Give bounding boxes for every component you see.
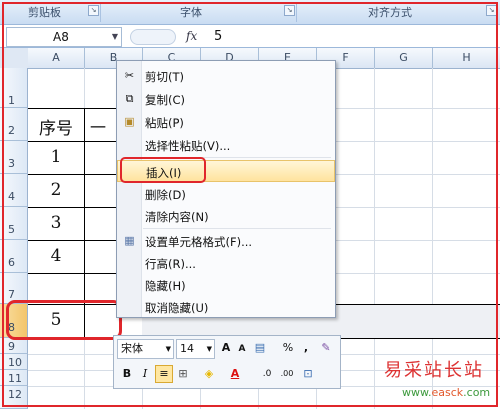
watermark-url-suffix: .com: [463, 386, 491, 399]
menu-item-paste-special[interactable]: 选择性粘贴(V)...: [117, 134, 335, 156]
context-menu: ✂ 剪切(T) ⧉ 复制(C) ▣ 粘贴(P) 选择性粘贴(V)... 插入(I…: [116, 60, 336, 318]
font-name-value: 宋体: [121, 342, 143, 355]
menu-item-format-cells[interactable]: ▦ 设置单元格格式(F)...: [117, 230, 335, 252]
menu-separator: [143, 228, 331, 229]
bold-button[interactable]: B: [119, 366, 135, 382]
format-painter-icon[interactable]: ▤: [252, 340, 268, 356]
decrease-decimal-button[interactable]: .00: [279, 366, 295, 382]
scissors-icon: ✂: [124, 69, 135, 82]
percent-button[interactable]: %: [280, 340, 296, 356]
menu-item-label: 剪切(T): [145, 70, 184, 84]
watermark-url-main: easck: [431, 386, 464, 399]
chevron-down-icon: ▼: [165, 345, 171, 353]
row8-highlight-outline: [6, 300, 122, 340]
menu-item-label: 复制(C): [145, 93, 186, 107]
watermark-url-prefix: www.: [402, 386, 432, 399]
menu-item-label: 删除(D): [145, 188, 186, 202]
font-name-select[interactable]: 宋体 ▼: [117, 339, 174, 359]
paste-icon: ▣: [124, 115, 135, 128]
menu-item-delete[interactable]: 删除(D): [117, 183, 335, 205]
paintbrush-icon[interactable]: ✎: [318, 340, 334, 356]
merge-cells-icon[interactable]: ⊡: [300, 366, 316, 382]
menu-item-label: 取消隐藏(U): [145, 301, 209, 315]
menu-item-paste[interactable]: ▣ 粘贴(P): [117, 111, 335, 133]
menu-item-cut[interactable]: ✂ 剪切(T): [117, 65, 335, 87]
menu-item-label: 设置单元格格式(F)...: [145, 235, 253, 249]
mini-toolbar: 宋体 ▼ 14 ▼ A A ▤ % , ✎ B I ≡ ⊞ ◈ A .0 .00…: [113, 335, 341, 389]
grow-font-button[interactable]: A: [218, 340, 234, 356]
chevron-down-icon: ▼: [206, 345, 212, 353]
italic-button[interactable]: I: [137, 366, 153, 382]
menu-item-clear-contents[interactable]: 清除内容(N): [117, 205, 335, 227]
menu-item-label: 隐藏(H): [145, 279, 186, 293]
shrink-font-button[interactable]: A: [234, 341, 250, 357]
comma-button[interactable]: ,: [298, 340, 314, 356]
format-cells-icon: ▦: [124, 234, 135, 247]
menu-item-row-height[interactable]: 行高(R)...: [117, 252, 335, 274]
menu-item-label: 清除内容(N): [145, 210, 209, 224]
font-color-button[interactable]: A: [227, 366, 243, 382]
font-size-select[interactable]: 14 ▼: [176, 339, 215, 359]
menu-item-hide[interactable]: 隐藏(H): [117, 274, 335, 296]
font-size-value: 14: [180, 342, 194, 355]
borders-icon[interactable]: ⊞: [175, 366, 191, 382]
insert-highlight-outline: [120, 157, 206, 183]
watermark-title: 易采站长站: [384, 360, 484, 381]
increase-decimal-button[interactable]: .0: [259, 366, 275, 382]
menu-item-label: 选择性粘贴(V)...: [145, 139, 231, 153]
menu-item-unhide[interactable]: 取消隐藏(U): [117, 296, 335, 318]
copy-icon: ⧉: [125, 92, 134, 105]
watermark-url: www.easck.com: [402, 386, 490, 399]
menu-item-label: 行高(R)...: [145, 257, 196, 271]
menu-item-copy[interactable]: ⧉ 复制(C): [117, 88, 335, 110]
fill-color-icon[interactable]: ◈: [201, 366, 217, 382]
center-align-icon[interactable]: ≡: [155, 365, 173, 383]
menu-item-label: 粘贴(P): [145, 116, 184, 130]
